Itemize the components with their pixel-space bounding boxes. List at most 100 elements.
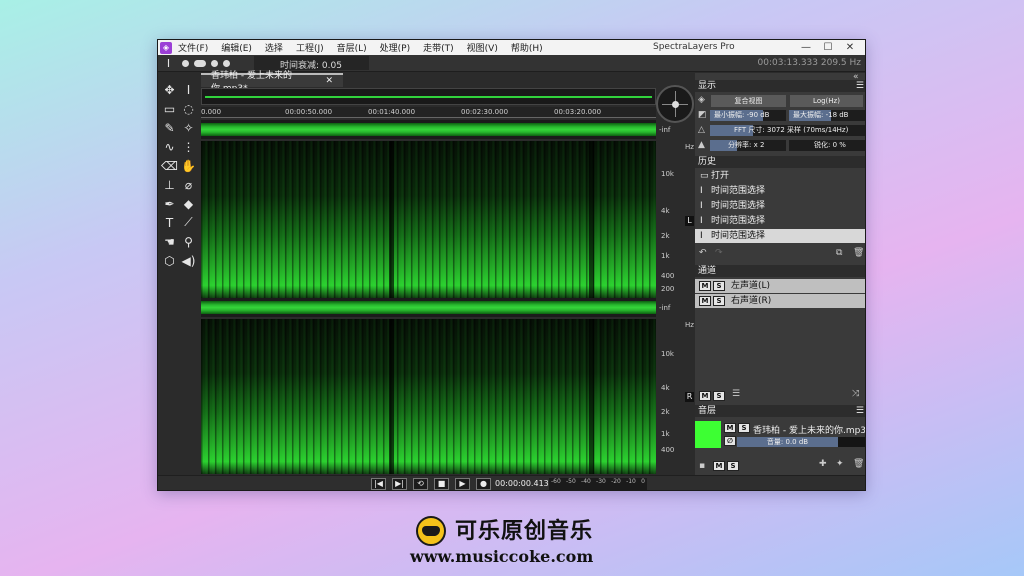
layers-panel-header: 音层 ☰ bbox=[695, 405, 865, 417]
menu-icon[interactable]: ☰ bbox=[856, 405, 864, 417]
stop-icon[interactable]: ■ bbox=[434, 478, 449, 490]
mute-all-button[interactable]: M bbox=[699, 391, 711, 401]
layers-panel-title: 音层 bbox=[698, 406, 717, 416]
mute-button[interactable]: M bbox=[699, 281, 711, 291]
time-select-icon[interactable]: Ι bbox=[180, 81, 197, 98]
dot-small-icon[interactable] bbox=[182, 59, 189, 67]
channel-row-right[interactable]: M S 右声道(R) bbox=[695, 294, 865, 308]
dot-half-icon[interactable] bbox=[211, 59, 218, 67]
menu-transport[interactable]: 走带(T) bbox=[423, 41, 454, 54]
history-item[interactable]: Ι 时间范围选择 bbox=[695, 199, 865, 213]
timeline-ruler[interactable]: 0.000 00:00:50.000 00:01:40.000 00:02:30… bbox=[201, 107, 656, 118]
layer-square-icon[interactable]: ▪ bbox=[699, 461, 705, 471]
layer-visibility-icon[interactable]: ∅ bbox=[724, 436, 736, 446]
dot-wide-icon[interactable] bbox=[194, 59, 206, 67]
heal-icon[interactable]: ⌀ bbox=[180, 176, 197, 193]
window-controls: — ☐ ✕ bbox=[795, 40, 861, 55]
navigator-dial[interactable] bbox=[656, 85, 694, 123]
history-item[interactable]: Ι 时间范围选择 bbox=[695, 214, 865, 228]
fft-size-slider[interactable]: FFT 尺寸: 3072 采样 (70ms/14Hz) bbox=[710, 125, 865, 136]
history-item[interactable]: ▭ 打开 bbox=[695, 169, 865, 183]
history-item[interactable]: Ι 时间范围选择 bbox=[695, 184, 865, 198]
stamp-icon[interactable]: ⊥ bbox=[161, 176, 178, 193]
undo-icon[interactable]: ↶ bbox=[699, 248, 707, 258]
max-gain-slider[interactable]: 最大振幅: -18 dB bbox=[789, 110, 865, 121]
delete-layer-icon[interactable]: 🗑 bbox=[853, 459, 864, 469]
document-tab[interactable]: 香玮柏 - 爱上未来的你.mp3* ✕ bbox=[201, 71, 343, 94]
magic-wand-icon[interactable]: ✧ bbox=[180, 119, 197, 136]
trash-icon[interactable]: 🗑 bbox=[853, 248, 864, 258]
menu-process[interactable]: 处理(P) bbox=[380, 41, 410, 54]
solo-button[interactable]: S bbox=[713, 281, 725, 291]
redo-icon[interactable]: ↷ bbox=[715, 248, 723, 258]
freq-label-right: 2k bbox=[661, 408, 670, 416]
solo-button[interactable]: S bbox=[713, 296, 725, 306]
layer-solo-all-button[interactable]: S bbox=[727, 461, 739, 471]
spectralayers-window: ◈ 文件(F) 编辑(E) 选择 工程(J) 音层(L) 处理(P) 走带(T)… bbox=[157, 39, 866, 491]
timeline-tick: 00:01:40.000 bbox=[368, 108, 416, 116]
meter-label: -10 bbox=[626, 478, 636, 485]
list-icon[interactable]: ☰ bbox=[732, 389, 740, 399]
min-gain-slider[interactable]: 最小振幅: -90 dB bbox=[710, 110, 786, 121]
solo-button[interactable]: S bbox=[738, 423, 750, 433]
menu-select[interactable]: 选择 bbox=[265, 41, 283, 54]
new-layer-icon[interactable]: ✚ bbox=[819, 459, 827, 469]
copy-icon[interactable]: ⧉ bbox=[836, 248, 842, 258]
history-item-selected[interactable]: Ι 时间范围选择 bbox=[695, 229, 865, 243]
record-icon[interactable]: ● bbox=[476, 478, 491, 490]
waveform-left-fill bbox=[201, 123, 656, 136]
menu-view[interactable]: 视图(V) bbox=[467, 41, 498, 54]
shuffle-icon[interactable]: ⤨ bbox=[852, 389, 859, 399]
waveform-right-inf-label: -inf bbox=[659, 304, 671, 312]
zoom-icon[interactable]: ⚲ bbox=[180, 233, 197, 250]
layer-volume-slider[interactable]: 音量: 0.0 dB bbox=[737, 437, 838, 447]
smudge-icon[interactable]: ✋ bbox=[180, 157, 197, 174]
spectrogram-right[interactable] bbox=[201, 319, 656, 474]
skip-start-icon[interactable]: |◀ bbox=[371, 478, 386, 490]
menu-layer[interactable]: 音层(L) bbox=[337, 41, 367, 54]
transport-bar: |◀ ▶| ⟲ ■ ▶ ● 00:00:00.413 -60 -50 -40 -… bbox=[158, 475, 865, 490]
waveform-right[interactable] bbox=[201, 298, 656, 317]
eraser-icon[interactable]: ⌫ bbox=[161, 157, 178, 174]
solo-all-button[interactable]: S bbox=[713, 391, 725, 401]
rect-select-icon[interactable]: ▭ bbox=[161, 100, 178, 117]
close-tab-icon[interactable]: ✕ bbox=[325, 76, 333, 86]
spectrogram-left[interactable] bbox=[201, 141, 656, 298]
fx-icon[interactable]: ✦ bbox=[836, 459, 844, 469]
minimize-button[interactable]: — bbox=[795, 40, 817, 55]
skip-end-icon[interactable]: ▶| bbox=[392, 478, 407, 490]
dropper-icon[interactable]: ⟋ bbox=[180, 214, 197, 231]
fill-icon[interactable]: ◆ bbox=[180, 195, 197, 212]
lasso-icon[interactable]: ◌ bbox=[180, 100, 197, 117]
menu-edit[interactable]: 编辑(E) bbox=[221, 41, 252, 54]
close-button[interactable]: ✕ bbox=[839, 40, 861, 55]
loop-icon[interactable]: ⟲ bbox=[413, 478, 428, 490]
waveform-left[interactable] bbox=[201, 120, 656, 139]
move-icon[interactable]: ✥ bbox=[161, 81, 178, 98]
text-tool-icon[interactable]: T bbox=[161, 214, 178, 231]
menu-help[interactable]: 帮助(H) bbox=[511, 41, 543, 54]
overview-bar[interactable] bbox=[201, 88, 656, 105]
mute-button[interactable]: M bbox=[724, 423, 736, 433]
layer-mute-all-button[interactable]: M bbox=[713, 461, 725, 471]
play-icon[interactable]: ▶ bbox=[455, 478, 470, 490]
hand-icon[interactable]: ☚ bbox=[161, 233, 178, 250]
speaker-icon[interactable]: ◀) bbox=[180, 252, 197, 269]
maximize-button[interactable]: ☐ bbox=[817, 40, 839, 55]
pen-icon[interactable]: ✒ bbox=[161, 195, 178, 212]
3d-view-icon[interactable]: ⬡ bbox=[161, 252, 178, 269]
reset-view-button[interactable]: 复合视图 bbox=[711, 95, 786, 107]
mute-button[interactable]: M bbox=[699, 296, 711, 306]
menu-file[interactable]: 文件(F) bbox=[178, 41, 208, 54]
scale-dropdown[interactable]: Log(Hz) bbox=[790, 95, 863, 107]
sharpen-slider[interactable]: 锐化: 0 % bbox=[789, 140, 865, 151]
menu-icon[interactable]: ☰ bbox=[856, 80, 864, 92]
channel-row-left[interactable]: M S 左声道(L) bbox=[695, 279, 865, 293]
harmonic-icon[interactable]: ∿ bbox=[161, 138, 178, 155]
dotted-line-icon[interactable]: ⋮ bbox=[180, 138, 197, 155]
resolution-slider[interactable]: 分辨率: x 2 bbox=[710, 140, 786, 151]
menu-project[interactable]: 工程(J) bbox=[296, 41, 324, 54]
dot-ring-icon[interactable] bbox=[223, 59, 230, 67]
brush-select-icon[interactable]: ✎ bbox=[161, 119, 178, 136]
layer-row[interactable]: M S 香玮柏 - 爱上未来的你.mp3 ∅ 音量: 0.0 dB bbox=[695, 421, 865, 448]
